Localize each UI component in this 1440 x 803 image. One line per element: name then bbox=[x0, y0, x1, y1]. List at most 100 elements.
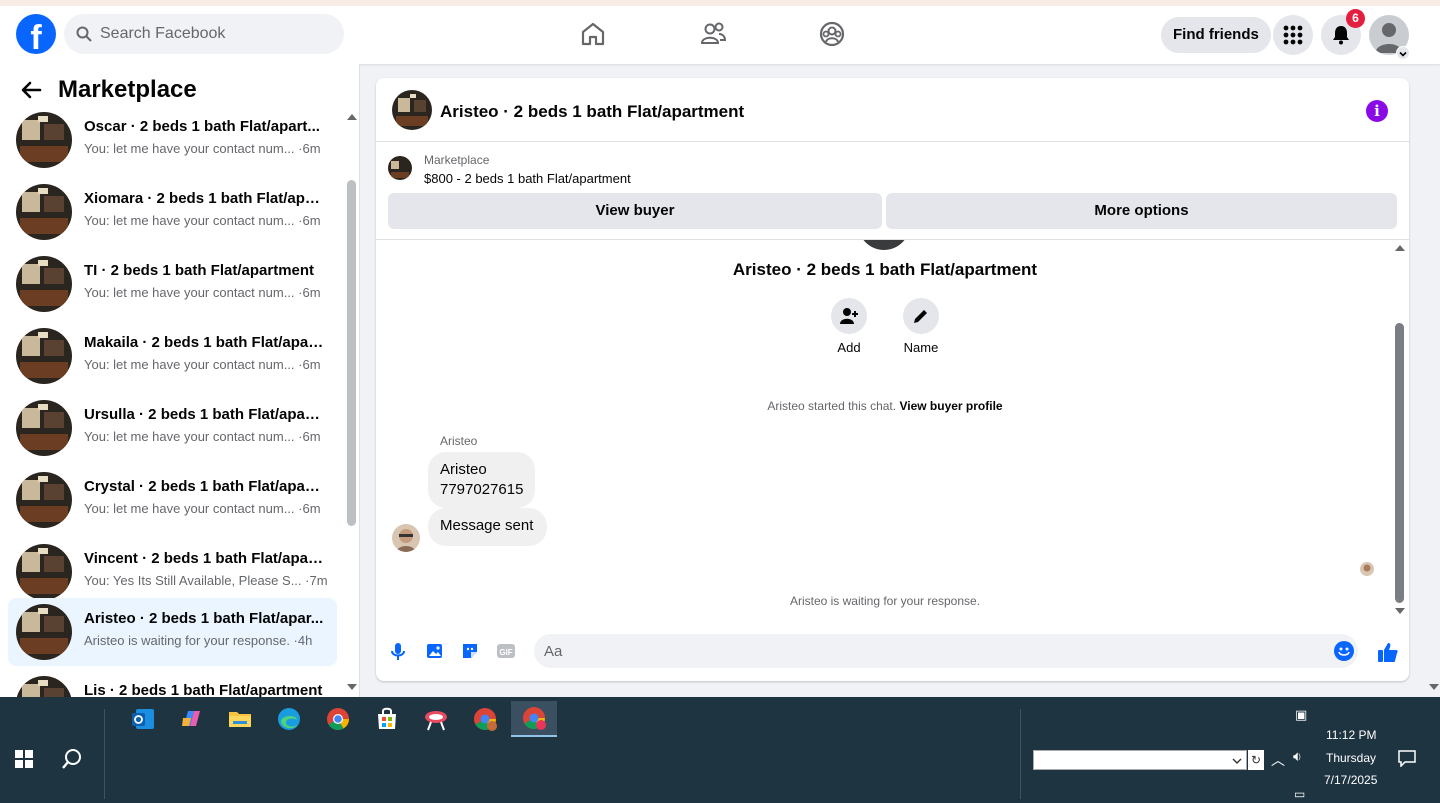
snipping-icon[interactable] bbox=[413, 701, 459, 737]
photo-icon[interactable] bbox=[424, 641, 444, 661]
chevron-down-icon[interactable] bbox=[1232, 756, 1242, 766]
conversation-preview: You: Yes Its Still Available, Please S..… bbox=[84, 573, 328, 588]
info-icon[interactable]: i bbox=[1366, 100, 1388, 122]
search-input[interactable] bbox=[100, 25, 320, 43]
chat-intro-title: Aristeo · 2 beds 1 bath Flat/apartment bbox=[732, 260, 1038, 279]
message-text-line: 7797027615 bbox=[440, 481, 524, 498]
buyer-avatar[interactable] bbox=[392, 524, 420, 552]
windows-start-icon[interactable] bbox=[15, 750, 33, 768]
thumbs-up-icon[interactable] bbox=[1376, 640, 1400, 664]
conversation-preview: You: let me have your contact num... ·6m bbox=[84, 213, 321, 228]
chat-started-notice: Aristeo started this chat. View buyer pr… bbox=[376, 399, 1394, 413]
chrome-active-icon[interactable] bbox=[511, 701, 557, 737]
taskbar-separator bbox=[1020, 709, 1021, 799]
conversation-name: Ursulla · 2 beds 1 bath Flat/apart... bbox=[84, 406, 324, 423]
conversation-item[interactable]: Vincent · 2 beds 1 bath Flat/apar... You:… bbox=[8, 538, 337, 606]
clock-time[interactable]: 11:12 PM bbox=[1326, 728, 1376, 742]
listing-thumbnail[interactable] bbox=[392, 90, 432, 130]
conversation-item[interactable]: Lis · 2 beds 1 bath Flat/apartment bbox=[8, 670, 337, 697]
gif-icon[interactable]: GIF bbox=[496, 641, 516, 661]
chevron-down-icon[interactable] bbox=[1396, 46, 1410, 60]
home-icon[interactable] bbox=[579, 20, 607, 48]
device-icon[interactable]: ▣ bbox=[1295, 708, 1307, 723]
menu-grid-icon bbox=[1283, 25, 1303, 45]
conversation-preview: You: let me have your contact num... ·6m bbox=[84, 501, 321, 516]
marketplace-label: Marketplace bbox=[424, 153, 490, 167]
listing-price-title[interactable]: $800 - 2 beds 1 bath Flat/apartment bbox=[424, 171, 631, 186]
conversation-name: Oscar · 2 beds 1 bath Flat/apart... bbox=[84, 118, 320, 135]
chat-scrollbar-thumb[interactable] bbox=[1395, 323, 1404, 603]
listing-thumbnail bbox=[16, 604, 72, 660]
divider bbox=[376, 239, 1409, 240]
scroll-up-arrow[interactable] bbox=[347, 114, 357, 120]
conversation-item[interactable]: TI · 2 beds 1 bath Flat/apartment You: le… bbox=[8, 250, 337, 318]
notification-badge: 6 bbox=[1346, 9, 1365, 28]
clock-date[interactable]: 7/17/2025 bbox=[1324, 773, 1377, 787]
view-buyer-button[interactable]: View buyer bbox=[388, 193, 882, 229]
conversation-item[interactable]: Makaila · 2 beds 1 bath Flat/apar... You:… bbox=[8, 322, 337, 390]
chrome-profile-icon[interactable] bbox=[462, 701, 508, 737]
conversation-preview: You: let me have your contact num... ·6m bbox=[84, 357, 321, 372]
store-icon[interactable] bbox=[364, 701, 410, 737]
add-button[interactable] bbox=[831, 298, 867, 334]
scroll-down-arrow[interactable] bbox=[347, 684, 357, 690]
groups-icon[interactable] bbox=[818, 20, 846, 48]
chrome-icon[interactable] bbox=[315, 701, 361, 737]
clock-day[interactable]: Thursday bbox=[1326, 751, 1376, 765]
chat-window: Aristeo · 2 beds 1 bath Flat/apartment i… bbox=[376, 78, 1409, 681]
add-person-icon bbox=[840, 308, 858, 324]
scrollbar-thumb[interactable] bbox=[347, 180, 356, 526]
sticker-icon[interactable] bbox=[460, 641, 480, 661]
back-arrow-icon[interactable] bbox=[20, 79, 42, 101]
message-input[interactable] bbox=[544, 634, 1324, 668]
conversation-item[interactable]: Oscar · 2 beds 1 bath Flat/apart... You: … bbox=[8, 106, 337, 174]
network-icon[interactable]: ▭ bbox=[1294, 787, 1305, 801]
listing-thumbnail bbox=[16, 544, 72, 600]
menu-button[interactable] bbox=[1273, 15, 1313, 55]
listing-thumbnail bbox=[16, 472, 72, 528]
message-bubble: Aristeo 7797027615 bbox=[428, 452, 536, 508]
conversation-name: TI · 2 beds 1 bath Flat/apartment bbox=[84, 262, 315, 279]
microphone-icon[interactable] bbox=[388, 641, 408, 661]
notification-center-icon[interactable] bbox=[1397, 749, 1417, 767]
edge-icon[interactable] bbox=[266, 701, 312, 737]
page-scroll-down-arrow[interactable] bbox=[1429, 684, 1439, 690]
message-composer[interactable] bbox=[534, 634, 1358, 668]
gif-label: GIF bbox=[499, 648, 512, 657]
name-button[interactable] bbox=[903, 298, 939, 334]
outlook-icon[interactable] bbox=[120, 701, 166, 737]
conversation-item[interactable]: Crystal · 2 beds 1 bath Flat/apart... You… bbox=[8, 466, 337, 534]
copilot-icon[interactable] bbox=[169, 701, 215, 737]
friends-icon[interactable] bbox=[699, 20, 727, 48]
chevron-up-icon[interactable]: ︿ bbox=[1271, 750, 1285, 770]
top-navigation-bar: f Find friends 6 bbox=[0, 0, 1440, 64]
conversation-item[interactable]: Ursulla · 2 beds 1 bath Flat/apart... You… bbox=[8, 394, 337, 462]
facebook-logo[interactable]: f bbox=[16, 14, 56, 54]
listing-thumbnail bbox=[16, 256, 72, 312]
taskbar-address-bar[interactable] bbox=[1033, 750, 1247, 770]
conversation-preview: You: let me have your contact num... ·6m bbox=[84, 429, 321, 444]
listing-thumbnail bbox=[16, 112, 72, 168]
find-friends-button[interactable]: Find friends bbox=[1161, 17, 1271, 53]
marketplace-inbox-panel: Marketplace Oscar · 2 beds 1 bath Flat/a… bbox=[0, 64, 360, 697]
conversation-preview: You: let me have your contact num... ·6m bbox=[84, 141, 321, 156]
conversation-name: Lis · 2 beds 1 bath Flat/apartment bbox=[84, 682, 323, 697]
taskbar-search-icon[interactable] bbox=[61, 748, 83, 770]
taskbar-separator bbox=[104, 709, 105, 799]
conversation-name: Aristeo · 2 beds 1 bath Flat/apar... bbox=[84, 610, 324, 627]
panel-title: Marketplace bbox=[58, 76, 197, 103]
volume-icon[interactable]: 🔉︎ bbox=[1293, 749, 1302, 765]
conversation-item[interactable]: Xiomara · 2 beds 1 bath Flat/apa... You: … bbox=[8, 178, 337, 246]
view-buyer-profile-link[interactable]: View buyer profile bbox=[899, 399, 1002, 413]
conversation-name: Crystal · 2 beds 1 bath Flat/apart... bbox=[84, 478, 324, 495]
chat-scroll-up-arrow[interactable] bbox=[1395, 245, 1405, 251]
conversation-item[interactable]: Aristeo · 2 beds 1 bath Flat/apar... Aris… bbox=[8, 598, 337, 666]
more-options-button[interactable]: More options bbox=[886, 193, 1397, 229]
search-box[interactable] bbox=[64, 14, 344, 54]
pencil-icon bbox=[914, 310, 927, 323]
name-label: Name bbox=[903, 340, 939, 355]
refresh-icon[interactable]: ↻ bbox=[1248, 750, 1264, 770]
file-explorer-icon[interactable] bbox=[217, 701, 263, 737]
emoji-icon[interactable] bbox=[1334, 641, 1354, 661]
chat-scroll-down-arrow[interactable] bbox=[1395, 608, 1405, 614]
